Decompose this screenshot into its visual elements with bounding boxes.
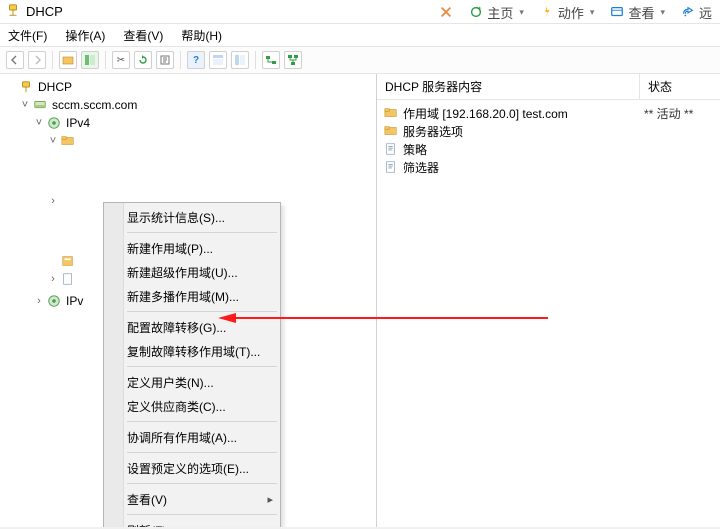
ctx-define-vendor-class[interactable]: 定义供应商类(C)... xyxy=(105,394,279,418)
ribbon-action[interactable]: 动作▾ xyxy=(536,1,599,24)
menu-file[interactable]: 文件(F) xyxy=(6,25,49,46)
twisty-icon[interactable]: ˅ xyxy=(32,117,46,129)
sheet-icon xyxy=(383,160,399,174)
sheet-icon xyxy=(60,272,76,286)
toolbar: ✂ ? xyxy=(0,46,720,74)
menu-action[interactable]: 操作(A) xyxy=(63,25,107,46)
tree-ipv-other-label: IPv xyxy=(66,294,83,308)
tb-layout2[interactable] xyxy=(231,51,249,69)
tb-folder[interactable] xyxy=(59,51,77,69)
ribbon-view[interactable]: 查看▾ xyxy=(606,1,669,24)
folder-icon xyxy=(60,134,76,148)
dhcp-icon xyxy=(18,80,34,94)
tree-server-label: sccm.sccm.com xyxy=(52,98,137,112)
tb-net2[interactable] xyxy=(284,51,302,69)
ribbon-home[interactable]: 主页▾ xyxy=(465,1,528,24)
tree-scope-folder[interactable]: ˅ xyxy=(2,132,374,150)
app-icon xyxy=(6,3,20,20)
list-header: DHCP 服务器内容 状态 xyxy=(377,74,720,100)
tree-root[interactable]: DHCP xyxy=(2,78,374,96)
tb-net1[interactable] xyxy=(262,51,280,69)
ctx-config-failover[interactable]: 配置故障转移(G)... xyxy=(105,315,279,339)
ribbon: 主页▾ 动作▾ 查看▾ 远 xyxy=(431,0,720,24)
list-item[interactable]: 服务器选项 xyxy=(383,122,714,140)
tb-refresh[interactable] xyxy=(134,51,152,69)
ipv-icon xyxy=(46,294,62,308)
menu-view[interactable]: 查看(V) xyxy=(121,25,165,46)
tb-fwd[interactable] xyxy=(28,51,46,69)
menu-help[interactable]: 帮助(H) xyxy=(179,25,224,46)
list-pane: DHCP 服务器内容 状态 作用域 [192.168.20.0] test.co… xyxy=(377,74,720,527)
tb-export[interactable] xyxy=(156,51,174,69)
list-item[interactable]: 策略 xyxy=(383,140,714,158)
ctx-new-multicast[interactable]: 新建多播作用域(M)... xyxy=(105,284,279,308)
list-item[interactable]: 作用域 [192.168.20.0] test.com ** 活动 ** xyxy=(383,104,714,122)
tb-panel[interactable] xyxy=(81,51,99,69)
sheet-icon xyxy=(383,142,399,156)
tree-ipv4-label: IPv4 xyxy=(66,116,90,130)
options-icon xyxy=(60,254,76,268)
tree-ipv4[interactable]: ˅ IPv4 xyxy=(2,114,374,132)
col-status[interactable]: 状态 xyxy=(640,74,720,99)
ctx-copy-failover[interactable]: 复制故障转移作用域(T)... xyxy=(105,339,279,363)
tb-cut[interactable]: ✂ xyxy=(112,51,130,69)
app-title: DHCP xyxy=(26,4,63,19)
tree-root-label: DHCP xyxy=(38,80,72,94)
chevron-right-icon[interactable]: › xyxy=(46,273,60,285)
tree-pane: DHCP ˅ sccm.sccm.com ˅ IPv4 ˅ › xyxy=(0,74,377,527)
content-area: DHCP ˅ sccm.sccm.com ˅ IPv4 ˅ › xyxy=(0,74,720,529)
ctx-view[interactable]: 查看(V) xyxy=(105,487,279,511)
server-icon xyxy=(32,98,48,112)
menu-bar: 文件(F) 操作(A) 查看(V) 帮助(H) xyxy=(0,24,720,46)
tb-layout1[interactable] xyxy=(209,51,227,69)
ctx-define-user-class[interactable]: 定义用户类(N)... xyxy=(105,370,279,394)
ribbon-extra[interactable]: 远 xyxy=(677,1,716,24)
folder-icon xyxy=(383,106,399,120)
list-body: 作用域 [192.168.20.0] test.com ** 活动 ** 服务器… xyxy=(377,100,720,527)
folder-icon xyxy=(383,124,399,138)
tb-back[interactable] xyxy=(6,51,24,69)
twisty-icon[interactable]: ˅ xyxy=(18,99,32,111)
ctx-refresh[interactable]: 刷新(F) xyxy=(105,518,279,527)
ctx-new-scope[interactable]: 新建作用域(P)... xyxy=(105,236,279,260)
list-item[interactable]: 筛选器 xyxy=(383,158,714,176)
context-menu: 显示统计信息(S)... 新建作用域(P)... 新建超级作用域(U)... 新… xyxy=(103,202,281,527)
tb-help[interactable]: ? xyxy=(187,51,205,69)
chevron-right-icon[interactable]: › xyxy=(32,295,46,307)
ctx-show-stats[interactable]: 显示统计信息(S)... xyxy=(105,205,279,229)
col-content[interactable]: DHCP 服务器内容 xyxy=(377,74,640,99)
twisty-icon[interactable]: ˅ xyxy=(46,135,60,147)
ctx-predefined-options[interactable]: 设置预定义的选项(E)... xyxy=(105,456,279,480)
chevron-right-icon[interactable]: › xyxy=(46,195,60,207)
ribbon-pin[interactable] xyxy=(435,3,457,21)
ipv4-icon xyxy=(46,116,62,130)
ctx-new-superscope[interactable]: 新建超级作用域(U)... xyxy=(105,260,279,284)
tree-server[interactable]: ˅ sccm.sccm.com xyxy=(2,96,374,114)
ctx-reconcile[interactable]: 协调所有作用域(A)... xyxy=(105,425,279,449)
